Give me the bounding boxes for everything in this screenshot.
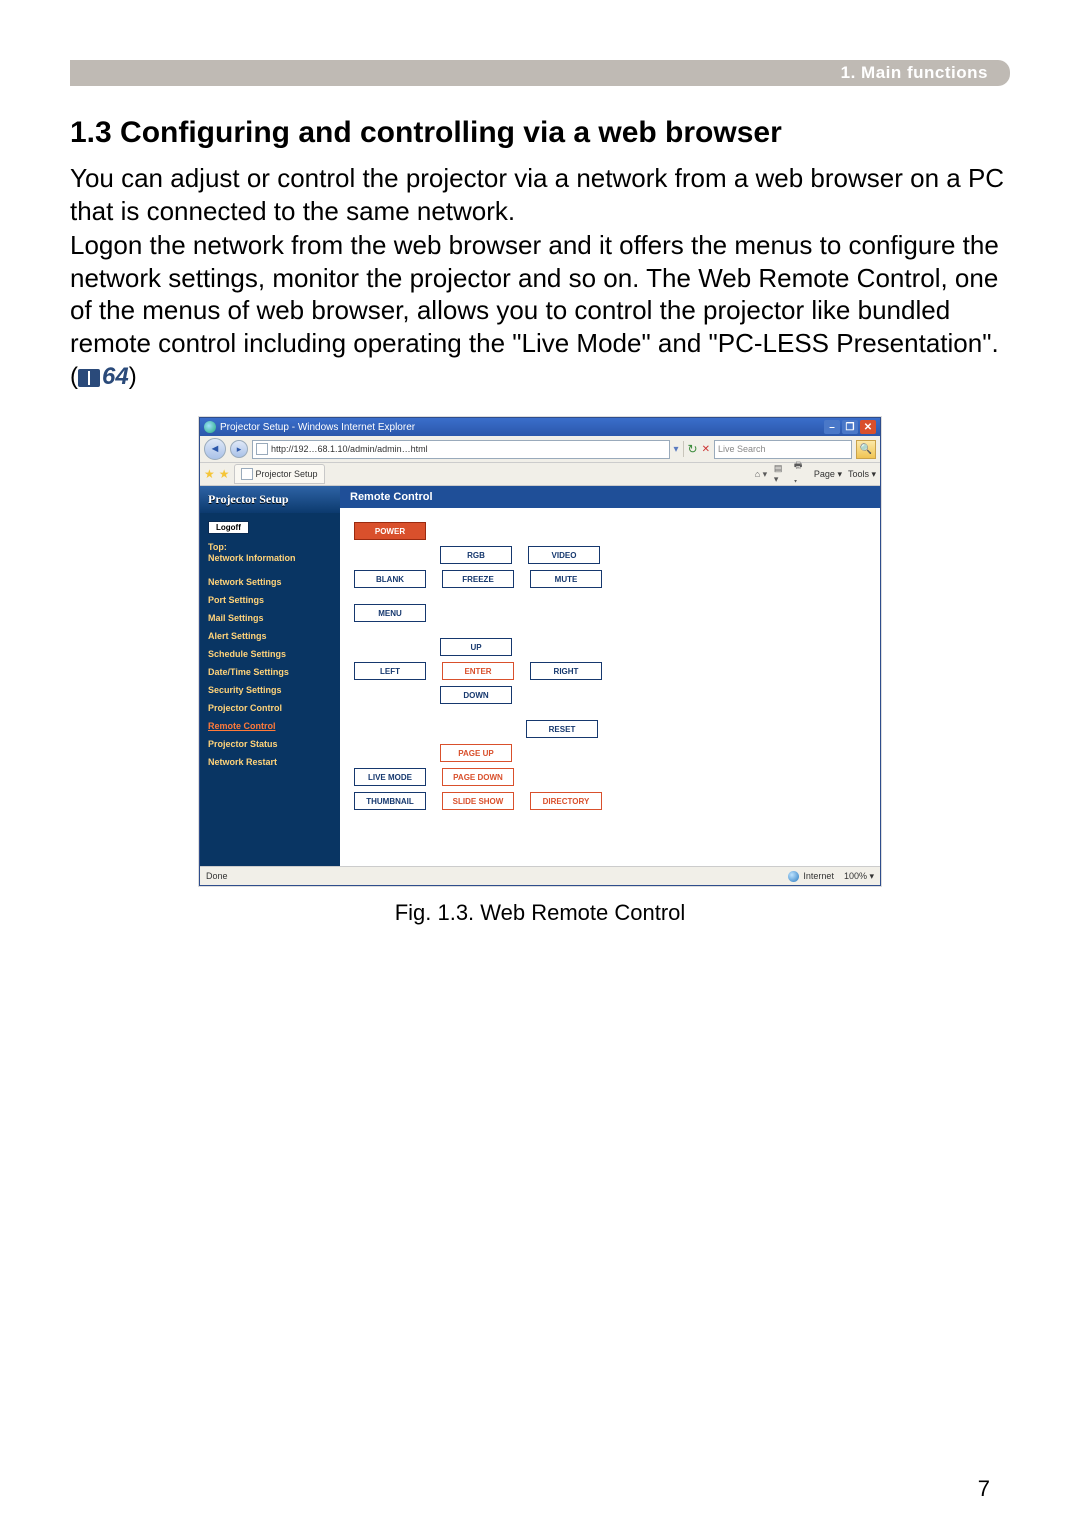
remote-right-button[interactable]: RIGHT — [530, 662, 602, 680]
search-placeholder: Live Search — [718, 444, 766, 454]
address-toolbar: ◄ ▸ http://192…68.1.10/admin/admin…html … — [200, 436, 880, 463]
sidebar-title: Projector Setup — [200, 486, 340, 513]
globe-icon — [788, 871, 799, 882]
page-menu[interactable]: Page ▾ — [814, 469, 842, 480]
sidebar-item-projector-status[interactable]: Projector Status — [208, 735, 334, 753]
address-dropdown-icon[interactable]: ▾ — [674, 444, 679, 455]
ie-icon — [204, 421, 216, 433]
sidebar-top-block[interactable]: Top: Network Information — [208, 542, 334, 565]
stop-button[interactable]: ✕ — [702, 444, 710, 455]
sidebar-item-mail-settings[interactable]: Mail Settings — [208, 609, 334, 627]
home-menu[interactable]: ⌂ ▾ — [754, 467, 768, 481]
address-text: http://192…68.1.10/admin/admin…html — [271, 444, 428, 454]
remote-slideshow-button[interactable]: SLIDE SHOW — [442, 792, 514, 810]
status-zoom[interactable]: 100% ▾ — [844, 871, 874, 882]
remote-power-button[interactable]: POWER — [354, 522, 426, 540]
window-title: Projector Setup - Windows Internet Explo… — [220, 422, 415, 433]
remote-pagedown-button[interactable]: PAGE DOWN — [442, 768, 514, 786]
window-titlebar: Projector Setup - Windows Internet Explo… — [200, 418, 880, 436]
separator — [683, 441, 684, 457]
status-bar: Done Internet 100% ▾ — [200, 866, 880, 885]
sidebar-item-network-restart[interactable]: Network Restart — [208, 753, 334, 771]
remote-thumbnail-button[interactable]: THUMBNAIL — [354, 792, 426, 810]
feeds-menu[interactable]: ▤ ▾ — [774, 467, 788, 481]
sidebar-item-network-settings[interactable]: Network Settings — [208, 573, 334, 591]
refresh-button[interactable]: ↻ — [688, 442, 698, 456]
remote-livemode-button[interactable]: LIVE MODE — [354, 768, 426, 786]
remote-enter-button[interactable]: ENTER — [442, 662, 514, 680]
remote-up-button[interactable]: UP — [440, 638, 512, 656]
favorites-icon[interactable]: ★ — [204, 467, 215, 481]
sidebar-item-schedule-settings[interactable]: Schedule Settings — [208, 645, 334, 663]
figure-caption: Fig. 1.3. Web Remote Control — [395, 900, 686, 926]
remote-rgb-button[interactable]: RGB — [440, 546, 512, 564]
logoff-button[interactable]: Logoff — [208, 521, 249, 534]
print-menu[interactable]: 🖶 ▾ — [794, 467, 808, 481]
book-icon — [78, 369, 100, 387]
status-left: Done — [206, 871, 228, 881]
body-paragraph-1: You can adjust or control the projector … — [70, 162, 1010, 227]
add-favorite-icon[interactable]: ★ — [219, 467, 230, 481]
remote-blank-button[interactable]: BLANK — [354, 570, 426, 588]
search-input[interactable]: Live Search — [714, 440, 852, 459]
page-icon — [241, 468, 253, 480]
chapter-label: 1. Main functions — [841, 63, 988, 83]
tab-toolbar: ★ ★ Projector Setup ⌂ ▾ ▤ ▾ 🖶 ▾ Page ▾ T… — [200, 463, 880, 486]
remote-menu-button[interactable]: MENU — [354, 604, 426, 622]
sidebar-item-datetime-settings[interactable]: Date/Time Settings — [208, 663, 334, 681]
page-number: 7 — [978, 1476, 990, 1502]
address-bar[interactable]: http://192…68.1.10/admin/admin…html — [252, 440, 670, 459]
remote-control-panel: POWER RGB VIDEO BLANK FREEZE MUTE — [340, 508, 880, 836]
remote-pageup-button[interactable]: PAGE UP — [440, 744, 512, 762]
remote-down-button[interactable]: DOWN — [440, 686, 512, 704]
window-maximize-button[interactable]: ❐ — [842, 420, 858, 434]
browser-tab[interactable]: Projector Setup — [234, 464, 325, 484]
status-zone: Internet — [803, 871, 834, 881]
sidebar-nav: Network Settings Port Settings Mail Sett… — [208, 573, 334, 771]
window-minimize-button[interactable]: – — [824, 420, 840, 434]
remote-reset-button[interactable]: RESET — [526, 720, 598, 738]
sidebar-item-projector-control[interactable]: Projector Control — [208, 699, 334, 717]
sidebar-item-port-settings[interactable]: Port Settings — [208, 591, 334, 609]
sidebar-item-security-settings[interactable]: Security Settings — [208, 681, 334, 699]
chapter-header: 1. Main functions — [70, 60, 1010, 86]
tools-menu[interactable]: Tools ▾ — [848, 469, 876, 480]
cross-reference: (64) — [70, 363, 1010, 391]
nav-back-button[interactable]: ◄ — [204, 438, 226, 460]
tab-label: Projector Setup — [256, 469, 318, 479]
remote-video-button[interactable]: VIDEO — [528, 546, 600, 564]
section-title: 1.3 Configuring and controlling via a we… — [70, 116, 1010, 150]
sidebar-item-alert-settings[interactable]: Alert Settings — [208, 627, 334, 645]
main-content: Remote Control POWER RGB VIDEO BLANK F — [340, 486, 880, 866]
panel-heading: Remote Control — [340, 486, 880, 508]
screenshot-ie-window: Projector Setup - Windows Internet Explo… — [199, 417, 881, 886]
page-icon — [256, 443, 268, 455]
search-go-button[interactable]: 🔍 — [856, 440, 876, 459]
sidebar: Projector Setup Logoff Top: Network Info… — [200, 486, 340, 866]
remote-directory-button[interactable]: DIRECTORY — [530, 792, 602, 810]
sidebar-item-remote-control[interactable]: Remote Control — [208, 717, 334, 735]
body-paragraph-2: Logon the network from the web browser a… — [70, 229, 1010, 359]
nav-forward-button[interactable]: ▸ — [230, 440, 248, 458]
remote-freeze-button[interactable]: FREEZE — [442, 570, 514, 588]
remote-mute-button[interactable]: MUTE — [530, 570, 602, 588]
remote-left-button[interactable]: LEFT — [354, 662, 426, 680]
window-close-button[interactable]: ✕ — [860, 420, 876, 434]
